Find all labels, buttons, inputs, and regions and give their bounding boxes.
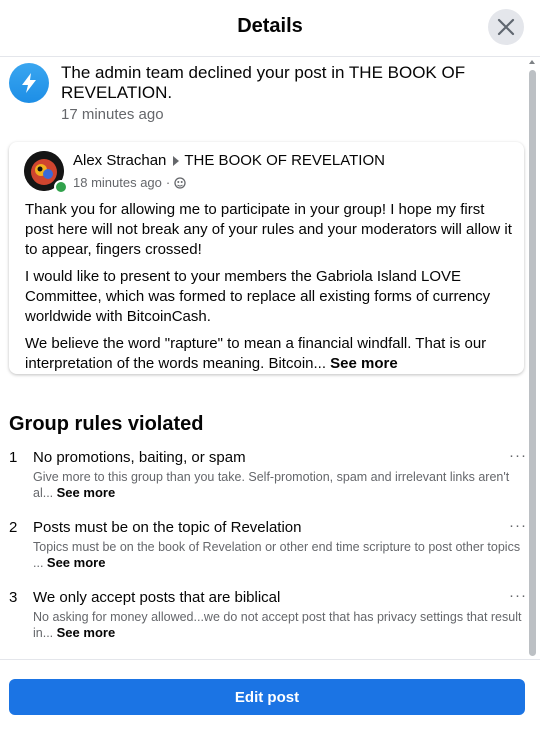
footer-divider bbox=[0, 659, 540, 660]
rules-heading: Group rules violated bbox=[9, 413, 204, 435]
post-author-line: Alex Strachan THE BOOK OF REVELATION bbox=[73, 152, 385, 169]
more-options-icon[interactable]: ··· bbox=[509, 517, 527, 534]
caret-right-icon bbox=[173, 155, 180, 166]
scrollbar[interactable] bbox=[529, 70, 536, 656]
meta-separator: · bbox=[165, 175, 171, 190]
post-meta: 18 minutes ago · bbox=[73, 175, 186, 190]
rule-title: We only accept posts that are biblical bbox=[33, 589, 281, 606]
dialog-header: Details bbox=[0, 0, 540, 57]
rule-description: No asking for money allowed...we do not … bbox=[33, 609, 523, 641]
see-more-link[interactable]: See more bbox=[57, 625, 116, 640]
online-status-dot bbox=[54, 180, 68, 194]
see-more-link[interactable]: See more bbox=[47, 555, 106, 570]
close-icon bbox=[497, 18, 515, 36]
close-button[interactable] bbox=[488, 9, 524, 45]
post-group-name[interactable]: THE BOOK OF REVELATION bbox=[184, 152, 385, 169]
dialog-title: Details bbox=[237, 15, 303, 37]
rule-title: Posts must be on the topic of Revelation bbox=[33, 519, 302, 536]
see-more-link[interactable]: See more bbox=[57, 485, 116, 500]
notification-time: 17 minutes ago bbox=[61, 106, 164, 123]
post-body: Thank you for allowing me to participate… bbox=[25, 200, 515, 381]
post-paragraph: Thank you for allowing me to participate… bbox=[25, 201, 512, 258]
lightning-bolt-icon bbox=[9, 63, 49, 103]
rule-description-text: Topics must be on the book of Revelation… bbox=[33, 540, 521, 570]
rule-description: Topics must be on the book of Revelation… bbox=[33, 539, 523, 571]
rule-description: Give more to this group than you take. S… bbox=[33, 469, 523, 501]
post-author-name[interactable]: Alex Strachan bbox=[73, 152, 166, 169]
rule-title: No promotions, baiting, or spam bbox=[33, 449, 246, 466]
rule-number: 1 bbox=[9, 449, 18, 466]
notification-text: The admin team declined your post in THE… bbox=[61, 63, 466, 102]
see-more-link[interactable]: See more bbox=[330, 355, 398, 372]
more-options-icon[interactable]: ··· bbox=[509, 587, 527, 604]
post-paragraph-text: We believe the word "rapture" to mean a … bbox=[25, 335, 487, 372]
post-paragraph: I would like to present to your members … bbox=[25, 268, 491, 325]
post-time[interactable]: 18 minutes ago bbox=[73, 175, 162, 190]
edit-post-button[interactable]: Edit post bbox=[9, 679, 525, 715]
scroll-up-arrow[interactable] bbox=[529, 60, 535, 64]
group-privacy-icon bbox=[174, 176, 186, 189]
post-paragraph: We believe the word "rapture" to mean a … bbox=[25, 334, 515, 374]
rule-number: 3 bbox=[9, 589, 18, 606]
rule-number: 2 bbox=[9, 519, 18, 536]
more-options-icon[interactable]: ··· bbox=[509, 447, 527, 464]
